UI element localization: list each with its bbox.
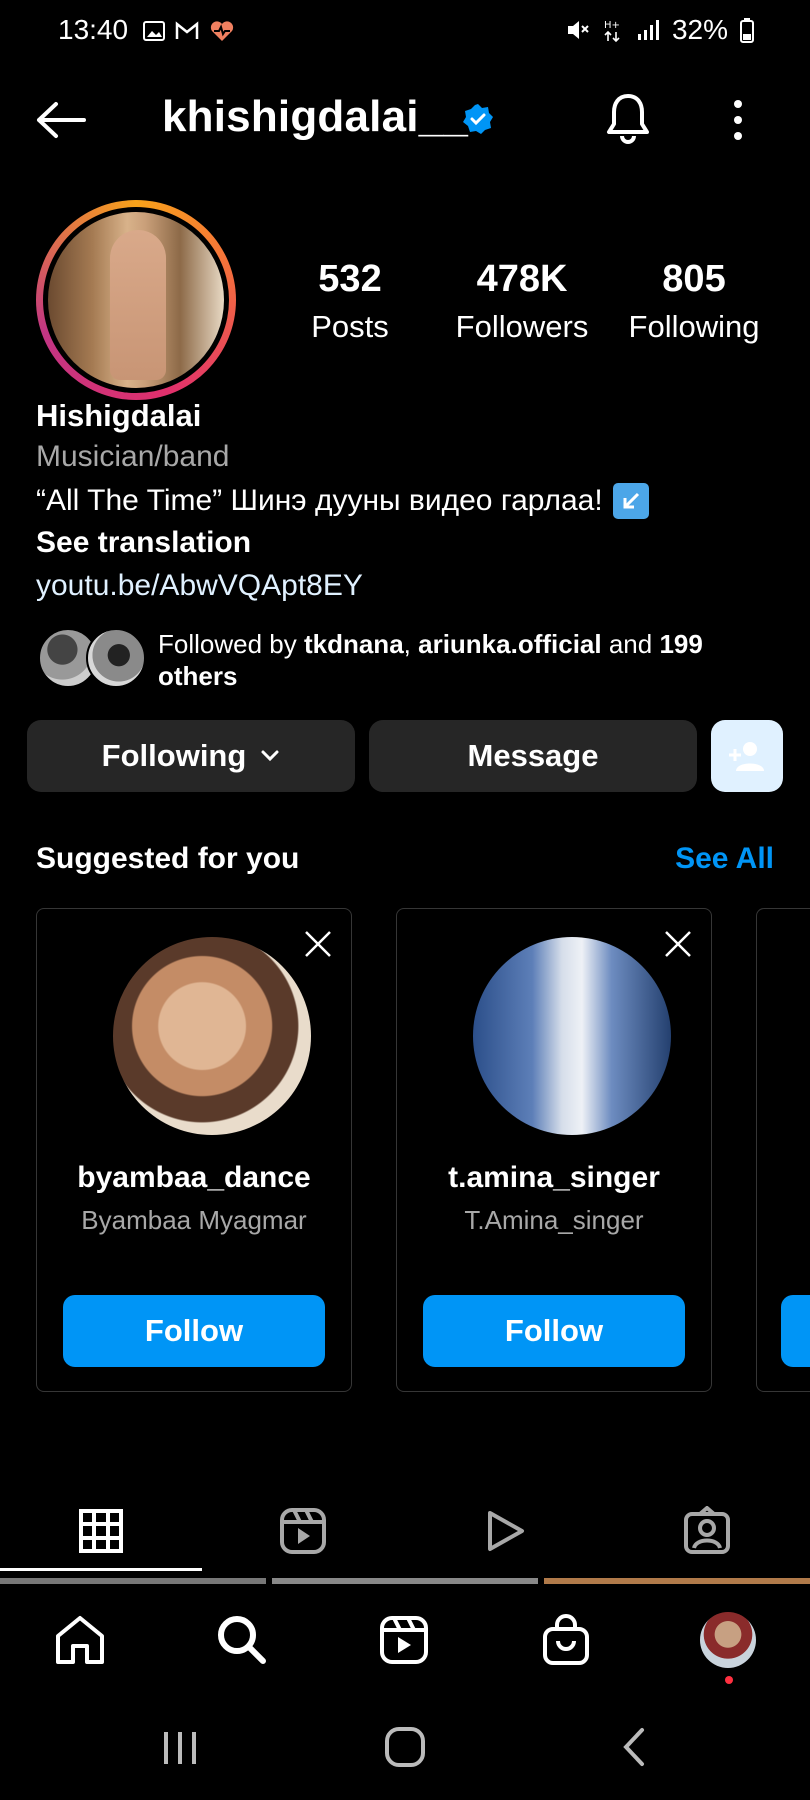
bell-icon — [607, 94, 649, 144]
tab-reels[interactable] — [202, 1490, 404, 1572]
system-navigation — [0, 1698, 810, 1800]
follow-button[interactable]: Follow — [423, 1295, 685, 1367]
recent-apps-button[interactable] — [160, 1728, 200, 1768]
back-button[interactable] — [34, 100, 88, 140]
suggest-users-button[interactable] — [711, 720, 783, 792]
following-button[interactable]: Following — [27, 720, 355, 792]
mute-icon — [567, 21, 589, 39]
mutual-avatar — [86, 628, 146, 688]
followers-stat[interactable]: 478K Followers — [442, 258, 602, 345]
nav-profile[interactable] — [696, 1608, 760, 1672]
more-options-button[interactable] — [730, 98, 746, 142]
reels-icon — [380, 1616, 428, 1664]
see-all-link[interactable]: See All — [675, 842, 774, 876]
recent-apps-icon — [164, 1732, 196, 1764]
profile-photo — [48, 212, 224, 388]
battery-percent: 32% — [671, 14, 728, 45]
suggested-card-partial[interactable] — [756, 908, 810, 1392]
home-system-button[interactable] — [384, 1726, 426, 1768]
suggested-card[interactable]: t.amina_singer T.Amina_singer Follow — [396, 908, 712, 1392]
suggested-avatar[interactable] — [113, 937, 311, 1135]
suggested-title: Suggested for you — [36, 842, 300, 875]
suggested-avatar[interactable] — [473, 937, 671, 1135]
suggested-card[interactable]: byambaa_dance Byambaa Myagmar Follow — [36, 908, 352, 1392]
posts-stat[interactable]: 532 Posts — [270, 258, 430, 345]
shopping-bag-icon — [543, 1614, 589, 1665]
home-square-icon — [385, 1727, 425, 1767]
following-button-label: Following — [101, 738, 247, 773]
posts-count: 532 — [318, 258, 382, 300]
tab-tagged[interactable] — [606, 1490, 808, 1572]
message-button-label: Message — [467, 738, 599, 773]
bio-text: “All The Time” Шинэ дууны видео гарлаа! — [36, 484, 603, 517]
following-count: 805 — [662, 258, 726, 300]
follow-button-partial[interactable] — [781, 1295, 810, 1367]
bio: “All The Time” Шинэ дууны видео гарлаа! — [36, 483, 649, 519]
profile-tabs — [0, 1490, 810, 1572]
suggested-username[interactable]: t.amina_singer — [397, 1161, 711, 1195]
message-button[interactable]: Message — [369, 720, 697, 792]
followed-by-text[interactable]: Followed by tkdnana, ariunka.official an… — [158, 628, 758, 692]
search-icon — [218, 1616, 266, 1664]
mutual-followers-avatars[interactable] — [38, 628, 148, 688]
back-arrow-icon — [37, 102, 86, 138]
signal-icon — [637, 20, 659, 40]
hplus-icon: H+ — [604, 20, 620, 43]
gmail-icon — [175, 21, 199, 39]
active-tab-indicator — [0, 1568, 202, 1571]
status-system: H+ 32% — [564, 14, 754, 46]
status-time: 13:40 — [58, 14, 129, 45]
following-label: Following — [628, 309, 760, 344]
suggested-name: Byambaa Myagmar — [81, 1205, 307, 1235]
bottom-nav — [0, 1584, 810, 1698]
notification-dot — [725, 1676, 733, 1684]
close-icon — [665, 931, 691, 957]
notifications-button[interactable] — [604, 92, 652, 144]
more-vertical-icon — [734, 100, 742, 140]
suggested-name: T.Amina_singer — [464, 1205, 644, 1235]
mutual-user-1: tkdnana — [303, 629, 404, 659]
suggested-username[interactable]: byambaa_dance — [37, 1161, 351, 1195]
nav-shop[interactable] — [534, 1608, 598, 1672]
svg-text:H+: H+ — [604, 20, 620, 31]
chevron-left-icon — [623, 1728, 644, 1766]
follow-button[interactable]: Follow — [63, 1295, 325, 1367]
reels-icon — [280, 1508, 326, 1554]
followers-count: 478K — [476, 258, 568, 300]
verified-badge-icon — [462, 103, 494, 135]
nav-search[interactable] — [210, 1608, 274, 1672]
profile-category: Musician/band — [36, 440, 230, 473]
own-avatar — [700, 1612, 756, 1668]
status-notification-icons — [143, 20, 235, 42]
grid-icon — [79, 1509, 123, 1553]
profile-avatar[interactable] — [36, 200, 236, 400]
profile-link[interactable]: youtu.be/AbwVQApt8EY — [36, 569, 363, 603]
gallery-icon — [143, 21, 165, 41]
play-icon — [488, 1511, 524, 1551]
close-icon — [305, 931, 331, 957]
followers-label: Followers — [455, 309, 589, 344]
health-icon — [210, 21, 234, 41]
profile-username: khishigdalai__ — [162, 92, 469, 141]
battery-icon — [740, 18, 754, 43]
see-translation-link[interactable]: See translation — [36, 526, 251, 560]
tagged-icon — [684, 1506, 730, 1554]
arrow-down-left-icon — [612, 483, 649, 519]
dismiss-suggestion-button[interactable] — [303, 929, 333, 959]
nav-home[interactable] — [48, 1608, 112, 1672]
nav-reels[interactable] — [372, 1608, 436, 1672]
back-system-button[interactable] — [618, 1726, 648, 1768]
tab-grid[interactable] — [0, 1490, 202, 1572]
display-name: Hishigdalai — [36, 398, 202, 433]
chevron-down-icon — [261, 750, 279, 762]
home-icon — [56, 1616, 104, 1664]
mutual-user-2: ariunka.official — [418, 629, 602, 659]
posts-label: Posts — [311, 309, 389, 344]
add-user-icon — [729, 742, 764, 771]
dismiss-suggestion-button[interactable] — [663, 929, 693, 959]
following-stat[interactable]: 805 Following — [614, 258, 774, 345]
tab-videos[interactable] — [404, 1490, 606, 1572]
